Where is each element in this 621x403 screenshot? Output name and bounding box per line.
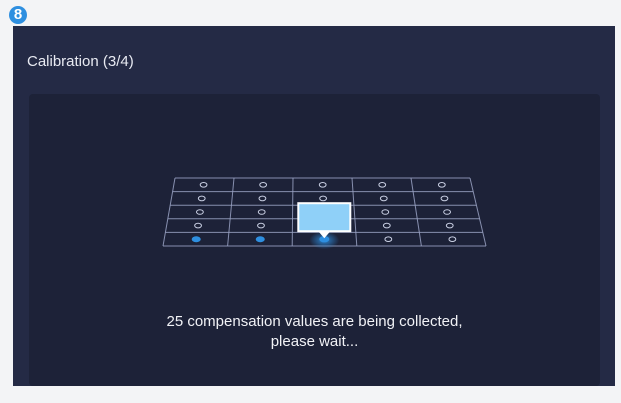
collected-point xyxy=(191,236,201,243)
step-number-badge: 8 xyxy=(9,6,27,24)
pending-point xyxy=(258,195,267,202)
pending-point xyxy=(259,182,268,188)
grid-col-line xyxy=(291,177,294,247)
status-message-line-2: please wait... xyxy=(270,333,359,350)
grid-col-line xyxy=(351,177,358,247)
pending-point xyxy=(440,195,449,202)
grid-col-line xyxy=(227,177,235,247)
page-title: Calibration (3/4) xyxy=(27,53,134,70)
pending-point xyxy=(318,182,327,188)
grid-col-line xyxy=(410,177,422,247)
status-message: 25 compensation values are being collect… xyxy=(29,312,600,352)
calibration-screen: Calibration (3/4) 25 compensation values… xyxy=(13,26,615,386)
pending-point xyxy=(381,209,390,215)
pending-point xyxy=(443,209,452,215)
grid-col-line xyxy=(469,177,487,247)
pending-point xyxy=(437,182,446,188)
pending-point xyxy=(382,222,391,229)
pending-point xyxy=(448,236,457,242)
pending-point xyxy=(379,195,388,202)
pending-point xyxy=(378,182,387,188)
probe-head-icon xyxy=(297,202,352,239)
collected-point xyxy=(255,236,265,243)
grid-col-line xyxy=(162,177,176,247)
pending-point xyxy=(199,182,208,188)
pending-point xyxy=(384,236,393,242)
probe-body xyxy=(297,202,352,233)
pending-point xyxy=(197,195,206,202)
calibration-panel: 25 compensation values are being collect… xyxy=(29,94,600,386)
pending-point xyxy=(194,222,202,229)
pending-point xyxy=(257,209,266,215)
pending-point xyxy=(319,195,328,202)
pending-point xyxy=(257,222,265,229)
pending-point xyxy=(196,209,204,215)
pending-point xyxy=(445,222,454,229)
status-message-line-1: 25 compensation values are being collect… xyxy=(166,313,463,330)
